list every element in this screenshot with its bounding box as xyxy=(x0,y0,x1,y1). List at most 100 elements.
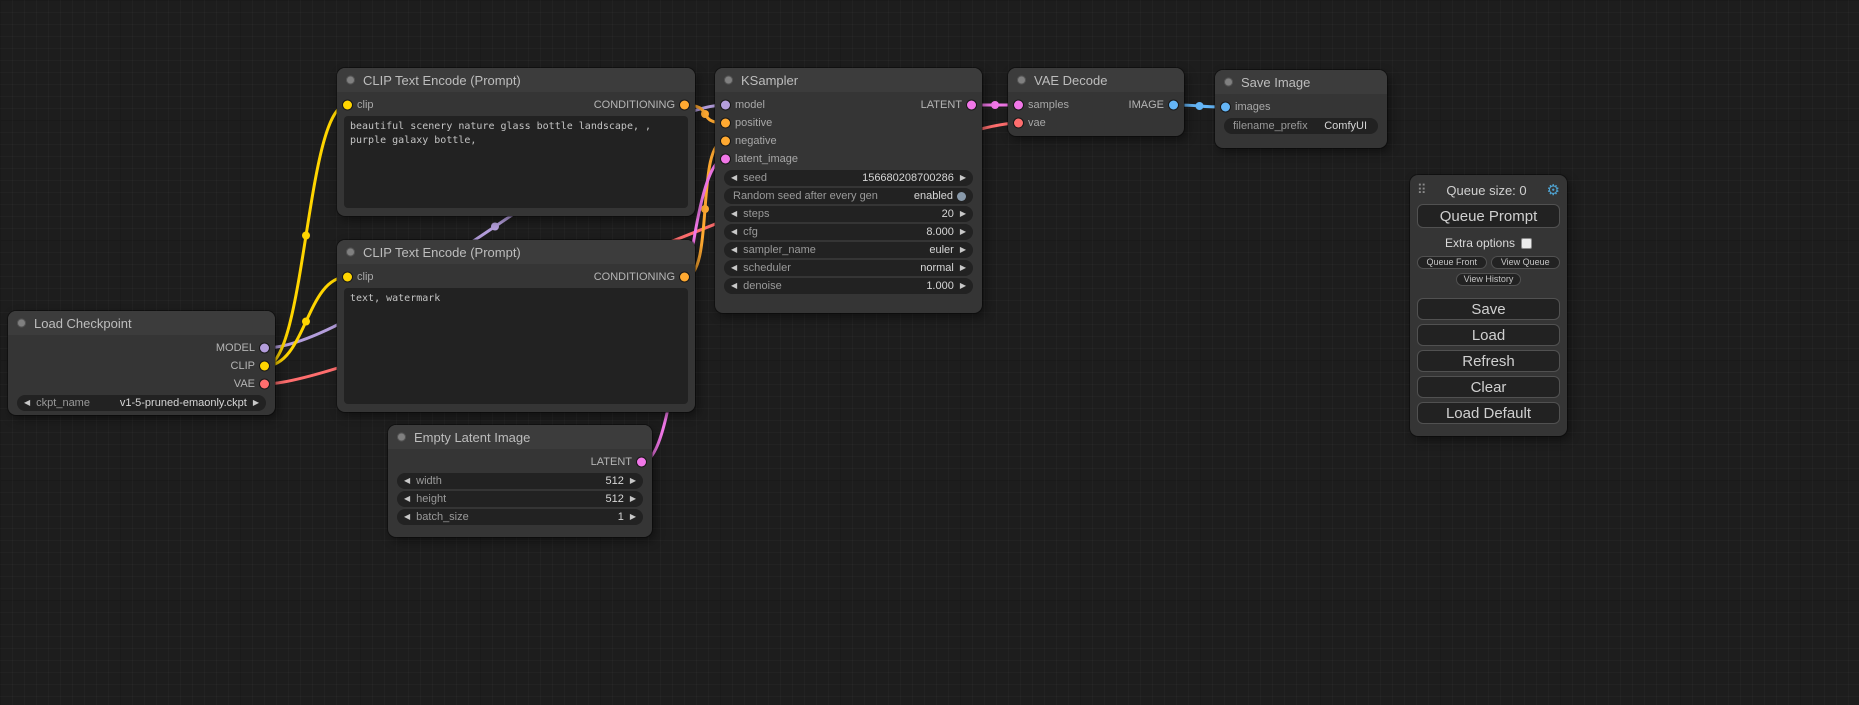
decrement-arrow-icon[interactable]: ◀ xyxy=(404,477,410,485)
queue-panel-header: ⠿ Queue size: 0 ⚙ xyxy=(1417,181,1560,199)
output-row-latent: LATENT xyxy=(388,453,652,471)
decrement-arrow-icon[interactable]: ◀ xyxy=(731,228,737,236)
denoise-widget[interactable]: ◀ denoise 1.000 ▶ xyxy=(724,278,973,294)
vae-input-label: vae xyxy=(1028,117,1046,129)
node-title-bar[interactable]: CLIP Text Encode (Prompt) xyxy=(337,240,695,264)
collapse-dot-icon[interactable] xyxy=(724,76,733,85)
batch-size-widget[interactable]: ◀ batch_size 1 ▶ xyxy=(397,509,643,525)
latent-output-port[interactable] xyxy=(637,458,646,467)
random-seed-toggle-widget[interactable]: Random seed after every gen enabled xyxy=(724,188,973,204)
clear-button[interactable]: Clear xyxy=(1417,376,1560,398)
collapse-dot-icon[interactable] xyxy=(346,248,355,257)
view-queue-button[interactable]: View Queue xyxy=(1491,256,1561,269)
negative-prompt-textarea[interactable]: text, watermark xyxy=(344,288,688,404)
settings-gear-icon[interactable]: ⚙ xyxy=(1547,181,1560,199)
negative-input-label: negative xyxy=(735,135,777,147)
decrement-arrow-icon[interactable]: ◀ xyxy=(731,282,737,290)
clip-input-port[interactable] xyxy=(343,273,352,282)
scheduler-widget[interactable]: ◀ scheduler normal ▶ xyxy=(724,260,973,276)
samples-input-port[interactable] xyxy=(1014,101,1023,110)
conditioning-output-port[interactable] xyxy=(680,101,689,110)
node-load-checkpoint[interactable]: Load Checkpoint MODEL CLIP VAE ◀ ckpt_na… xyxy=(8,311,275,415)
increment-arrow-icon[interactable]: ▶ xyxy=(960,246,966,254)
decrement-arrow-icon[interactable]: ◀ xyxy=(731,246,737,254)
output-row-clip: CLIP xyxy=(8,357,275,375)
latent-image-input-port[interactable] xyxy=(721,155,730,164)
extra-options-checkbox[interactable] xyxy=(1521,238,1532,249)
node-save-image[interactable]: Save Image images filename_prefix ComfyU… xyxy=(1215,70,1387,148)
width-widget[interactable]: ◀ width 512 ▶ xyxy=(397,473,643,489)
widget-value: euler xyxy=(929,244,953,256)
node-clip-text-encode-positive[interactable]: CLIP Text Encode (Prompt) clip CONDITION… xyxy=(337,68,695,216)
node-title-bar[interactable]: KSampler xyxy=(715,68,982,92)
node-clip-text-encode-negative[interactable]: CLIP Text Encode (Prompt) clip CONDITION… xyxy=(337,240,695,412)
node-title-bar[interactable]: CLIP Text Encode (Prompt) xyxy=(337,68,695,92)
node-vae-decode[interactable]: VAE Decode samples IMAGE vae xyxy=(1008,68,1184,136)
increment-arrow-icon[interactable]: ▶ xyxy=(960,264,966,272)
increment-arrow-icon[interactable]: ▶ xyxy=(960,282,966,290)
increment-arrow-icon[interactable]: ▶ xyxy=(960,210,966,218)
conditioning-output-label: CONDITIONING xyxy=(594,99,675,111)
widget-label: height xyxy=(416,493,446,505)
view-history-button[interactable]: View History xyxy=(1456,273,1522,286)
node-ksampler[interactable]: KSampler model LATENT positive negative … xyxy=(715,68,982,313)
collapse-dot-icon[interactable] xyxy=(1224,78,1233,87)
latent-output-label: LATENT xyxy=(591,456,632,468)
seed-widget[interactable]: ◀ seed 156680208700286 ▶ xyxy=(724,170,973,186)
drag-handle-icon[interactable]: ⠿ xyxy=(1417,182,1427,198)
images-input-port[interactable] xyxy=(1221,103,1230,112)
extra-options-label: Extra options xyxy=(1445,236,1515,250)
node-title-bar[interactable]: Load Checkpoint xyxy=(8,311,275,335)
collapse-dot-icon[interactable] xyxy=(397,433,406,442)
widget-value: 1.000 xyxy=(926,280,954,292)
latent-output-port[interactable] xyxy=(967,101,976,110)
conditioning-output-port[interactable] xyxy=(680,273,689,282)
node-empty-latent-image[interactable]: Empty Latent Image LATENT ◀ width 512 ▶ … xyxy=(388,425,652,537)
collapse-dot-icon[interactable] xyxy=(17,319,26,328)
increment-arrow-icon[interactable]: ▶ xyxy=(960,228,966,236)
ckpt-name-widget[interactable]: ◀ ckpt_name v1-5-pruned-emaonly.ckpt ▶ xyxy=(17,395,266,411)
increment-arrow-icon[interactable]: ▶ xyxy=(630,477,636,485)
clip-input-label: clip xyxy=(357,99,374,111)
decrement-arrow-icon[interactable]: ◀ xyxy=(731,174,737,182)
model-input-port[interactable] xyxy=(721,101,730,110)
queue-prompt-button[interactable]: Queue Prompt xyxy=(1417,204,1560,228)
steps-widget[interactable]: ◀ steps 20 ▶ xyxy=(724,206,973,222)
increment-arrow-icon[interactable]: ▶ xyxy=(960,174,966,182)
model-output-port[interactable] xyxy=(260,344,269,353)
height-widget[interactable]: ◀ height 512 ▶ xyxy=(397,491,643,507)
decrement-arrow-icon[interactable]: ◀ xyxy=(731,264,737,272)
load-default-button[interactable]: Load Default xyxy=(1417,402,1560,424)
save-workflow-button[interactable]: Save xyxy=(1417,298,1560,320)
queue-front-button[interactable]: Queue Front xyxy=(1417,256,1487,269)
cfg-widget[interactable]: ◀ cfg 8.000 ▶ xyxy=(724,224,973,240)
toggle-dot-icon[interactable] xyxy=(957,192,966,201)
increment-arrow-icon[interactable]: ▶ xyxy=(253,399,259,407)
vae-output-port[interactable] xyxy=(260,380,269,389)
decrement-arrow-icon[interactable]: ◀ xyxy=(731,210,737,218)
node-title-bar[interactable]: VAE Decode xyxy=(1008,68,1184,92)
collapse-dot-icon[interactable] xyxy=(1017,76,1026,85)
negative-input-port[interactable] xyxy=(721,137,730,146)
collapse-dot-icon[interactable] xyxy=(346,76,355,85)
positive-prompt-textarea[interactable]: beautiful scenery nature glass bottle la… xyxy=(344,116,688,208)
decrement-arrow-icon[interactable]: ◀ xyxy=(404,495,410,503)
decrement-arrow-icon[interactable]: ◀ xyxy=(404,513,410,521)
increment-arrow-icon[interactable]: ▶ xyxy=(630,495,636,503)
widget-value: v1-5-pruned-emaonly.ckpt xyxy=(120,397,247,409)
increment-arrow-icon[interactable]: ▶ xyxy=(630,513,636,521)
node-title-bar[interactable]: Empty Latent Image xyxy=(388,425,652,449)
clip-input-port[interactable] xyxy=(343,101,352,110)
image-output-port[interactable] xyxy=(1169,101,1178,110)
decrement-arrow-icon[interactable]: ◀ xyxy=(24,399,30,407)
node-graph-canvas[interactable]: Load Checkpoint MODEL CLIP VAE ◀ ckpt_na… xyxy=(0,0,1859,705)
positive-input-port[interactable] xyxy=(721,119,730,128)
node-title: Empty Latent Image xyxy=(414,430,530,445)
node-title-bar[interactable]: Save Image xyxy=(1215,70,1387,94)
filename-prefix-widget[interactable]: filename_prefix ComfyUI xyxy=(1224,118,1378,134)
load-workflow-button[interactable]: Load xyxy=(1417,324,1560,346)
vae-input-port[interactable] xyxy=(1014,119,1023,128)
clip-output-port[interactable] xyxy=(260,362,269,371)
refresh-button[interactable]: Refresh xyxy=(1417,350,1560,372)
sampler-name-widget[interactable]: ◀ sampler_name euler ▶ xyxy=(724,242,973,258)
